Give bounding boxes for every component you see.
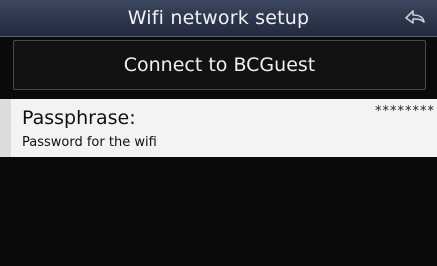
empty-list-area — [0, 158, 437, 266]
passphrase-row[interactable]: Passphrase: ******** Password for the wi… — [11, 99, 437, 157]
wifi-setup-screen: Wifi network setup Connect to BCGuest Pa… — [0, 0, 437, 266]
title-bar: Wifi network setup — [0, 0, 437, 37]
passphrase-description: Password for the wifi — [22, 135, 157, 150]
back-arrow-icon[interactable] — [403, 7, 427, 29]
connect-button[interactable]: Connect to BCGuest — [13, 40, 426, 90]
passphrase-label: Passphrase: — [22, 107, 136, 129]
passphrase-value: ******** — [375, 104, 435, 119]
page-title: Wifi network setup — [127, 7, 310, 29]
